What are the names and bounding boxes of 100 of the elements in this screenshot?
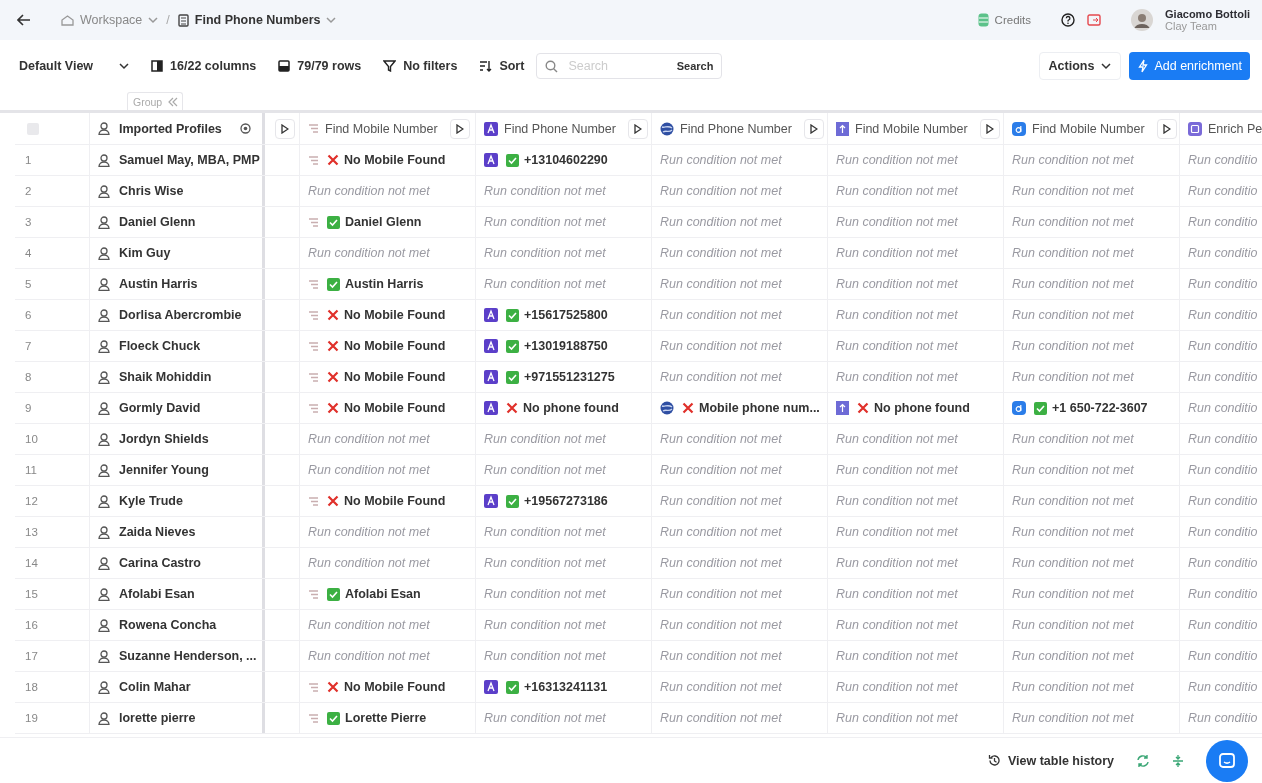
cross-icon: [682, 402, 694, 414]
table-cell: lorette pierre: [90, 703, 265, 733]
table-cell: +19567273186: [476, 486, 652, 516]
avatar[interactable]: [1131, 9, 1154, 31]
column-header[interactable]: Enrich Pe: [1180, 113, 1262, 144]
row-number: 7: [25, 340, 32, 352]
collapse-rows-icon[interactable]: [1172, 753, 1184, 768]
table-cell: Run condition not met: [476, 517, 652, 547]
table-cell: No Mobile Found: [300, 362, 476, 392]
row-number: 4: [25, 247, 32, 259]
table-cell: Run conditio: [1180, 300, 1262, 330]
target-icon[interactable]: [240, 123, 251, 134]
run-button[interactable]: [1156, 118, 1177, 139]
table-name-menu[interactable]: Find Phone Numbers: [177, 13, 337, 27]
table-cell: Run condition not met: [652, 548, 828, 578]
table-cell: Run condition not met: [828, 703, 1004, 733]
column-header[interactable]: Find Mobile Number: [300, 113, 476, 144]
actions-button[interactable]: Actions: [1038, 52, 1122, 80]
table-cell: Run condition not met: [1004, 300, 1180, 330]
table-cell: Run conditio: [1180, 362, 1262, 392]
credits-button[interactable]: Credits: [977, 13, 1032, 27]
run-button[interactable]: [979, 118, 1000, 139]
column-header[interactable]: Find Mobile Number: [828, 113, 1004, 144]
filter-button[interactable]: No filters: [383, 59, 458, 73]
help-icon[interactable]: [1061, 13, 1076, 27]
table-cell: Run conditio: [1180, 703, 1262, 733]
play-icon: [985, 123, 994, 134]
person-icon: [98, 494, 110, 508]
table-cell: Jordyn Shields: [90, 424, 265, 454]
person-icon: [98, 649, 110, 663]
check-icon: [327, 277, 340, 291]
table-cell: Run condition not met: [828, 331, 1004, 361]
table-cell: Jennifer Young: [90, 455, 265, 485]
table-cell: Run condition not met: [828, 269, 1004, 299]
columns-button[interactable]: 16/22 columns: [151, 59, 257, 73]
table-cell: Run condition not met: [476, 176, 652, 206]
table-cell: Zaida Nieves: [90, 517, 265, 547]
table-cell: Gormly David: [90, 393, 265, 423]
database-icon: [977, 13, 989, 27]
run-button[interactable]: [803, 118, 824, 139]
run-button[interactable]: [275, 118, 295, 139]
table-cell: Run condition not met: [828, 579, 1004, 609]
table-cell: Austin Harris: [90, 269, 265, 299]
back-arrow-icon[interactable]: [17, 14, 31, 26]
check-icon: [506, 680, 519, 694]
row-number: 3: [25, 216, 32, 228]
table-cell: Run condition not met: [652, 362, 828, 392]
provider-icon: [484, 494, 498, 508]
column-header[interactable]: Find Phone Number: [476, 113, 652, 144]
lines-icon: [308, 124, 319, 133]
table-cell: Run condition not met: [652, 486, 828, 516]
person-icon: [98, 432, 110, 446]
chevron-down-icon: [326, 16, 337, 24]
search-button[interactable]: Search: [672, 57, 718, 75]
table-cell: Rowena Concha: [90, 610, 265, 640]
chat-button[interactable]: [1206, 739, 1248, 782]
table-history-button[interactable]: View table history: [987, 753, 1114, 768]
table-cell: +1 650-722-3607: [1004, 393, 1180, 423]
play-icon: [455, 123, 464, 134]
run-button[interactable]: [627, 118, 648, 139]
cross-icon: [327, 681, 339, 693]
table-cell: Run condition not met: [652, 517, 828, 547]
run-button[interactable]: [449, 118, 470, 139]
table-cell: Run conditio: [1180, 579, 1262, 609]
column-header[interactable]: Imported Profiles: [90, 113, 265, 144]
refresh-icon[interactable]: [1136, 753, 1150, 768]
lines-icon: [308, 682, 319, 692]
add-enrichment-button[interactable]: Add enrichment: [1129, 52, 1250, 80]
house-icon: [61, 14, 74, 26]
person-icon: [98, 308, 110, 322]
view-selector[interactable]: Default View: [19, 59, 130, 73]
table-cell: Run condition not met: [1004, 517, 1180, 547]
table-cell: Austin Harris: [300, 269, 476, 299]
check-icon: [1034, 401, 1047, 415]
check-icon: [506, 339, 519, 353]
table-cell: Run condition not met: [1004, 641, 1180, 671]
person-icon: [98, 184, 110, 198]
person-icon: [98, 339, 110, 353]
person-icon: [98, 401, 110, 415]
table-cell: Run condition not met: [1004, 548, 1180, 578]
table-cell: +15617525800: [476, 300, 652, 330]
table-cell: +971551231275: [476, 362, 652, 392]
table-icon: [177, 13, 189, 27]
table-cell: Run conditio: [1180, 393, 1262, 423]
provider-icon: [484, 308, 498, 322]
column-header[interactable]: Find Phone Number: [652, 113, 828, 144]
cross-icon: [327, 371, 339, 383]
rows-button[interactable]: 79/79 rows: [278, 59, 362, 73]
sort-button[interactable]: Sort: [479, 59, 525, 73]
table-cell: Run conditio: [1180, 455, 1262, 485]
person-icon: [98, 618, 110, 632]
provider-icon: [1188, 121, 1202, 136]
cross-icon: [327, 309, 339, 321]
table-cell: Run condition not met: [1004, 176, 1180, 206]
arrow-square-icon: [836, 121, 849, 136]
column-header[interactable]: Find Mobile Number: [1004, 113, 1180, 144]
play-icon: [281, 123, 289, 134]
exit-icon[interactable]: [1087, 14, 1102, 26]
cross-icon: [506, 402, 518, 414]
provider-icon: [484, 370, 498, 384]
